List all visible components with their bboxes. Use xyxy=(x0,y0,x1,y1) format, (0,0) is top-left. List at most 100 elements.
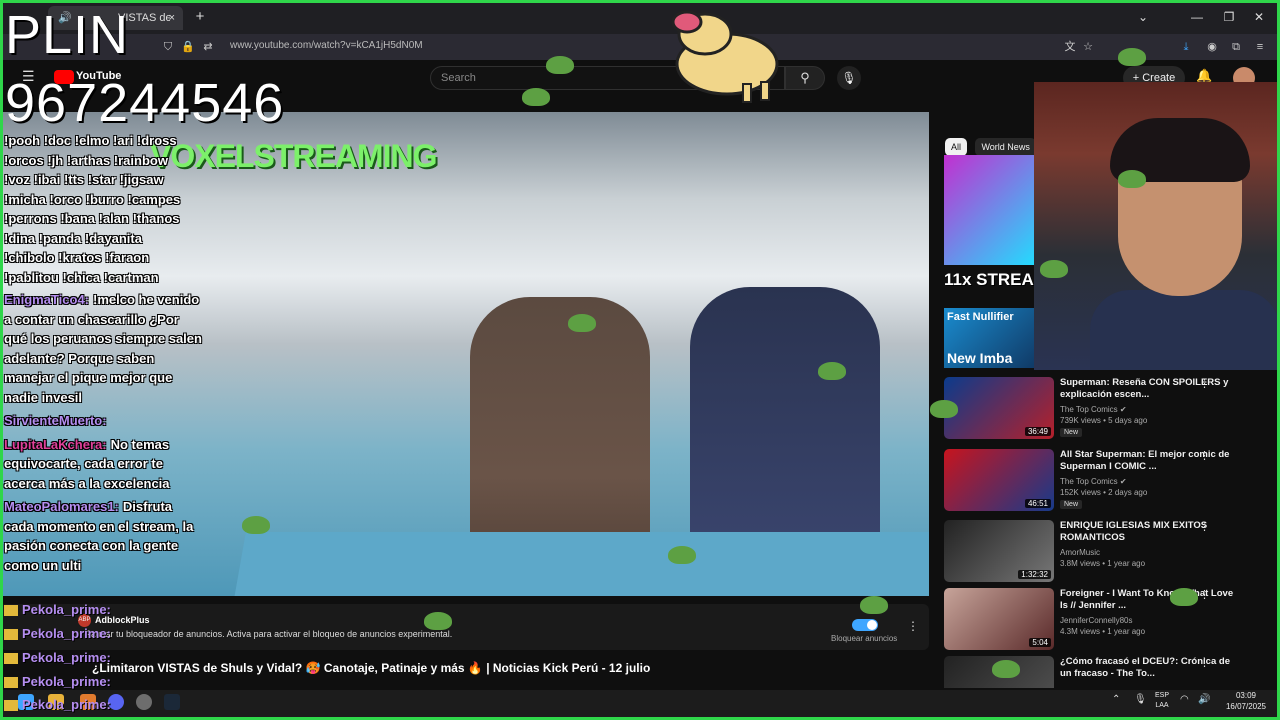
clock-time: 03:09 xyxy=(1235,691,1257,700)
clock-date: 16/07/2025 xyxy=(1225,702,1267,711)
chip-all[interactable]: All xyxy=(945,138,968,156)
chat-username: LupitaLaKchera: xyxy=(4,436,107,452)
chat-message: SirvienteMuerto: xyxy=(4,411,204,431)
channel-name[interactable]: The Top Comics ✔ xyxy=(1060,477,1127,486)
url-bar: ⛉ 🔒 ⇄ www.youtube.com/watch?v=kCA1jH5dN0… xyxy=(0,34,1280,60)
maximize-icon[interactable]: ❐ xyxy=(1218,8,1240,26)
pepe-emote-icon xyxy=(1170,588,1198,606)
pepe-emote-icon xyxy=(1040,260,1068,278)
tray-chevron-icon[interactable]: ⌃ xyxy=(1112,694,1120,705)
more-options-icon[interactable]: ⋮ xyxy=(1199,449,1210,462)
plin-phone-number: 967244546 xyxy=(5,73,285,133)
chip-world-news[interactable]: World News xyxy=(975,138,1036,156)
search-button[interactable]: ⚲ xyxy=(785,66,825,90)
pepe-emote-icon xyxy=(668,546,696,564)
video-title[interactable]: All Star Superman: El mejor comic de Sup… xyxy=(1060,449,1240,473)
video-thumbnail[interactable]: 1:32:32 xyxy=(944,520,1054,582)
chat-username: Pekola_prime: xyxy=(4,650,164,665)
command-line: !voz !ibai !tts !star !jigsaw xyxy=(4,172,164,187)
menu-icon[interactable]: ≡ xyxy=(1252,39,1268,55)
block-ads-toggle[interactable] xyxy=(852,619,878,631)
short-thumbnail[interactable]: Fast Nullifier New Imba xyxy=(944,308,1034,368)
more-options-icon[interactable]: ⋮ xyxy=(1199,656,1210,669)
channel-name[interactable]: JenniferConnelly80s xyxy=(1060,616,1133,625)
duration-badge: 5:04 xyxy=(1029,638,1051,647)
command-line: !chibolo !kratos !faraon xyxy=(4,250,150,265)
channel-name[interactable]: AmorMusic xyxy=(1060,548,1100,557)
video-title[interactable]: ¿Cómo fracasó el DCEU?: Crónica de un fr… xyxy=(1060,656,1240,680)
new-badge: New xyxy=(1060,428,1083,437)
volume-icon[interactable]: 🔊 xyxy=(1198,694,1210,705)
bot-commands-list: !pooh !doc !elmo !ari !dross !orcos !jh … xyxy=(4,131,204,287)
language-indicator[interactable]: ESP LAA xyxy=(1152,691,1172,711)
short-thumbnail[interactable] xyxy=(944,155,1040,265)
wifi-icon[interactable]: ◠ xyxy=(1180,694,1189,705)
video-title[interactable]: ENRIQUE IGLESIAS MIX EXITOS ROMANTICOS xyxy=(1060,520,1240,544)
account-icon[interactable]: ◉ xyxy=(1204,39,1220,55)
recommended-video[interactable]: 36:49 Superman: Reseña CON SPOILERS y ex… xyxy=(944,377,1274,439)
short-caption: Fast Nullifier xyxy=(947,311,1014,323)
permissions-icon[interactable]: ⇄ xyxy=(200,39,216,55)
tab-list-icon[interactable]: ⌄ xyxy=(1132,8,1154,26)
chat-username: Pekola_prime: xyxy=(4,626,164,641)
view-count: 152K views • 2 days ago xyxy=(1060,488,1148,497)
video-title: ¿Limitaron VISTAS de Shuls y Vidal? 🥵 Ca… xyxy=(92,661,651,675)
pepe-emote-icon xyxy=(992,660,1020,678)
plin-label: PLIN xyxy=(5,5,130,65)
url-text[interactable]: www.youtube.com/watch?v=kCA1jH5dN0M xyxy=(230,40,423,51)
lock-icon[interactable]: 🔒 xyxy=(180,39,196,55)
more-options-icon[interactable]: ⋮ xyxy=(1199,588,1210,601)
channel-name[interactable]: The Top Comics ✔ xyxy=(1060,405,1127,414)
video-title[interactable]: Superman: Reseña CON SPOILERS y explicac… xyxy=(1060,377,1240,401)
command-line: !micha !orco !burro !campes xyxy=(4,191,181,207)
recommended-video[interactable]: 5:04 Foreigner - I Want To Know What Lov… xyxy=(944,588,1274,650)
filter-chips: All World News xyxy=(945,137,1040,156)
chat-username: EnigmaTico4: xyxy=(4,292,90,307)
chat-username: SirvienteMuerto: xyxy=(4,413,107,428)
browser-tab-bar: 🔊 VISTAS de S × + ⌄ — ❐ ✕ xyxy=(0,0,1280,34)
view-count: 739K views • 5 days ago xyxy=(1060,416,1148,425)
streak-overlay: 11x STREAK xyxy=(944,270,1047,289)
close-window-icon[interactable]: ✕ xyxy=(1248,8,1270,26)
recommended-video[interactable]: 46:51 All Star Superman: El mejor comic … xyxy=(944,449,1274,511)
pepe-emote-icon xyxy=(242,516,270,534)
pepe-emote-icon xyxy=(818,362,846,380)
minimize-icon[interactable]: — xyxy=(1186,8,1208,26)
chat-username: MateoPalomares1: xyxy=(4,499,119,514)
crown-icon xyxy=(4,605,18,617)
extensions-icon[interactable]: ⧉ xyxy=(1228,39,1244,55)
lang-top: ESP xyxy=(1154,692,1169,699)
bookmark-star-icon[interactable]: ☆ xyxy=(1080,39,1096,55)
video-title[interactable]: Foreigner - I Want To Know What Love Is … xyxy=(1060,588,1240,612)
chat-text: !melco he venido a contar un chascarillo… xyxy=(4,292,202,405)
more-options-icon[interactable]: ⋮ xyxy=(1199,520,1210,533)
recommended-video[interactable]: 1:32:32 ENRIQUE IGLESIAS MIX EXITOS ROMA… xyxy=(944,520,1274,582)
close-tab-icon[interactable]: × xyxy=(169,6,175,30)
new-tab-button[interactable]: + xyxy=(190,6,210,28)
chat-username: Pekola_prime: xyxy=(4,697,164,712)
crown-icon xyxy=(4,629,18,641)
more-options-icon[interactable]: ⋮ xyxy=(907,619,919,633)
crown-icon xyxy=(4,653,18,665)
pepe-emote-icon xyxy=(1118,170,1146,188)
pepe-emote-icon xyxy=(522,88,550,106)
voice-search-icon[interactable]: 🎙 xyxy=(837,66,861,90)
pepe-emote-icon xyxy=(930,400,958,418)
chat-username: Pekola_prime: xyxy=(4,674,164,689)
taskbar-clock[interactable]: 03:09 16/07/2025 xyxy=(1218,690,1274,712)
view-count: 3.8M views • 1 year ago xyxy=(1060,559,1146,568)
translate-icon[interactable]: 文 xyxy=(1062,39,1078,55)
command-line: !pooh !doc !elmo !ari !dross xyxy=(4,133,177,148)
more-options-icon[interactable]: ⋮ xyxy=(1199,377,1210,390)
windows-taskbar xyxy=(0,690,1280,720)
steam-icon[interactable] xyxy=(164,694,180,710)
short-caption: New Imba xyxy=(947,350,1013,366)
microphone-icon[interactable]: 🎙 xyxy=(1134,694,1147,705)
video-thumbnail[interactable]: 5:04 xyxy=(944,588,1054,650)
video-thumbnail[interactable]: 46:51 xyxy=(944,449,1054,511)
download-icon[interactable]: ⤓ xyxy=(1178,39,1194,55)
shield-icon[interactable]: ⛉ xyxy=(160,39,176,55)
duration-badge: 46:51 xyxy=(1024,499,1051,508)
crown-icon xyxy=(4,677,18,689)
video-thumbnail[interactable]: 36:49 xyxy=(944,377,1054,439)
